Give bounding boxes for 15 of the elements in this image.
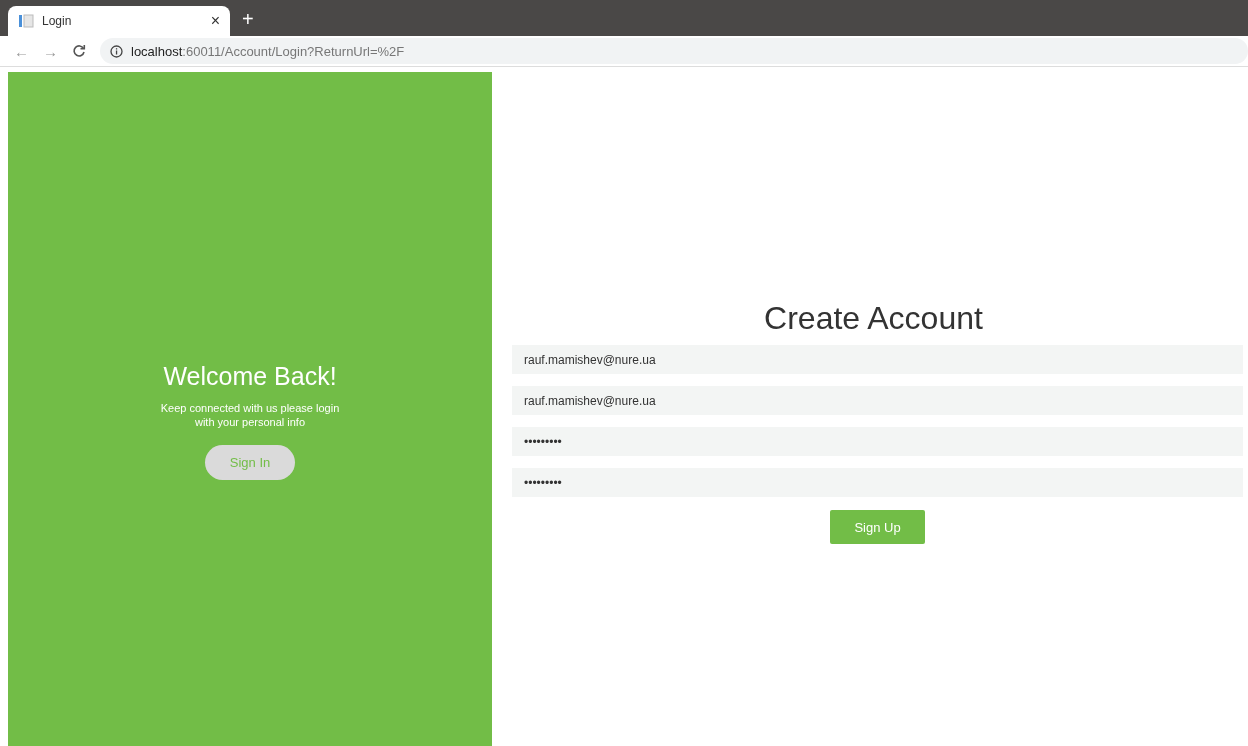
info-icon <box>110 44 123 58</box>
input-field[interactable]: ••••••••• <box>512 468 1243 497</box>
address-bar[interactable]: localhost:60011/Account/Login?ReturnUrl=%2F <box>100 38 1248 64</box>
new-tab-button[interactable]: + <box>242 8 254 31</box>
page-icon <box>18 13 34 29</box>
close-icon[interactable]: × <box>210 12 220 30</box>
input-field[interactable]: rauf.mamishev@nure.ua <box>512 386 1243 415</box>
form-title: Create Account <box>764 300 983 337</box>
input-field[interactable]: ••••••••• <box>512 427 1243 456</box>
reload-icon[interactable] <box>72 44 86 58</box>
welcome-text: Keep connected with us please login with your personal info <box>159 401 341 429</box>
tab-title: Login <box>42 14 73 28</box>
browser-tab[interactable]: Login × <box>8 6 230 36</box>
input-field[interactable]: rauf.mamishev@nure.ua <box>512 345 1243 374</box>
welcome-title: Welcome Back! <box>163 362 337 391</box>
